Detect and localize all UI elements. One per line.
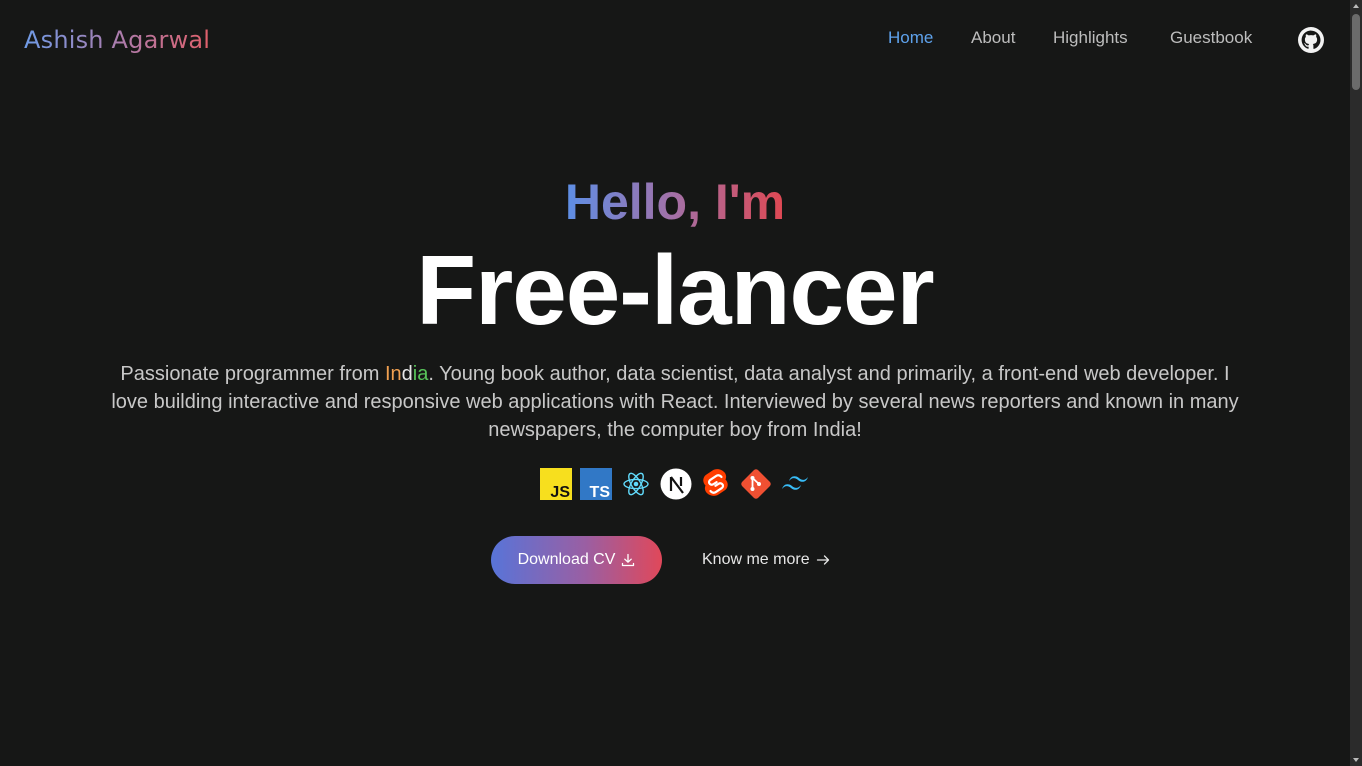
javascript-icon: JS <box>540 468 572 501</box>
hero-description: Passionate programmer from India. Young … <box>111 363 1239 441</box>
hero-title: Free-lancer <box>416 235 934 345</box>
nextjs-icon <box>660 468 692 500</box>
nav-highlights[interactable]: Highlights <box>1053 26 1128 50</box>
svelte-icon <box>700 468 732 500</box>
github-icon[interactable] <box>1297 26 1325 54</box>
nav-about[interactable]: About <box>971 26 1015 50</box>
greeting: Hello, I'm <box>564 174 786 230</box>
scrollbar-thumb[interactable] <box>1352 14 1360 90</box>
git-icon <box>740 468 772 500</box>
nav-home[interactable]: Home <box>888 26 933 50</box>
scroll-down-icon[interactable] <box>1352 756 1360 764</box>
svg-text:JS: JS <box>550 484 570 500</box>
arrow-right-icon <box>816 555 829 565</box>
know-more-button[interactable]: Know me more <box>702 548 830 572</box>
tailwind-icon <box>780 468 812 500</box>
page: Ashish Agarwal Home About Highlights Gue… <box>0 0 1350 766</box>
nav-guestbook[interactable]: Guestbook <box>1170 26 1252 50</box>
typescript-icon: TS <box>580 468 612 501</box>
svg-text:TS: TS <box>590 484 611 500</box>
main-nav: Home About Highlights Guestbook <box>0 26 1350 50</box>
scroll-up-icon[interactable] <box>1352 2 1360 10</box>
vertical-scrollbar[interactable] <box>1350 0 1362 766</box>
download-cv-button[interactable]: Download CV <box>491 536 662 584</box>
download-icon <box>622 553 635 567</box>
react-icon <box>620 468 652 500</box>
